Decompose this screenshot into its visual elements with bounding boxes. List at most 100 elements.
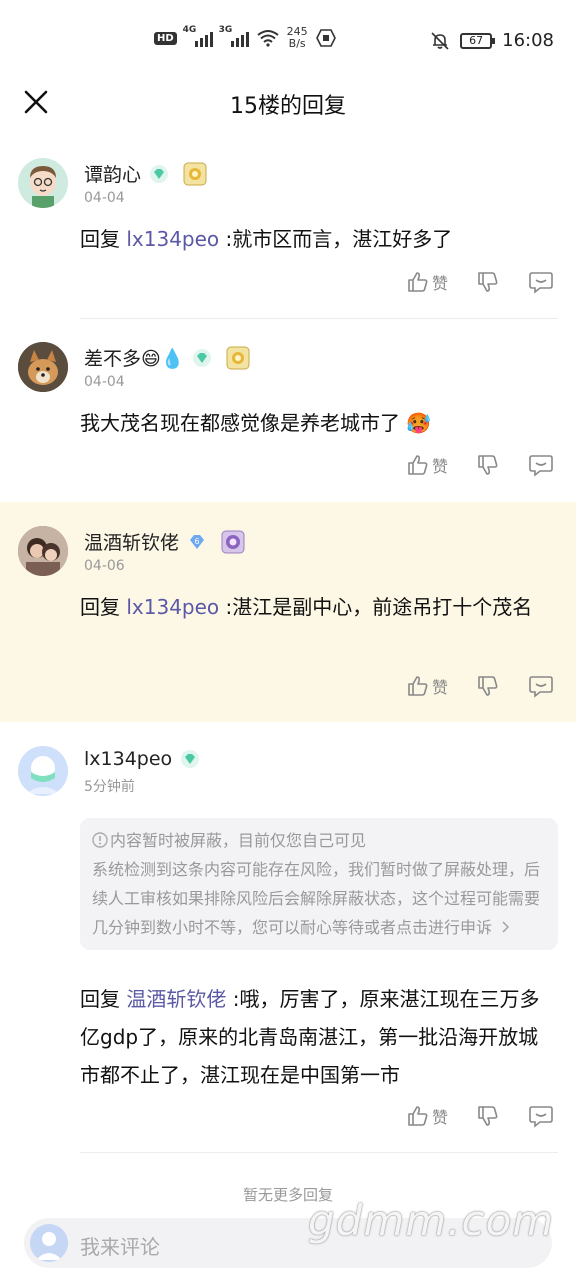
reply-prefix: 回复 bbox=[80, 987, 127, 1011]
dislike-button[interactable] bbox=[476, 270, 500, 294]
comment-date: 04-04 bbox=[84, 374, 125, 390]
username[interactable]: 谭韵心 bbox=[84, 160, 141, 187]
like-label: 赞 bbox=[431, 1108, 448, 1127]
avatar-image bbox=[30, 1224, 68, 1262]
comment-date: 5分钟前 bbox=[84, 779, 135, 795]
notice-body: 系统检测到这条内容可能存在风险，我们暂时做了屏蔽处理，后续人工审核如果排除风险后… bbox=[92, 860, 541, 937]
thumbs-down-icon bbox=[478, 455, 498, 475]
comment-text: 我大茂名现在都感觉像是养老城市了 🥵 bbox=[80, 411, 432, 435]
comment-item-highlighted: 温酒斩钦佬 6 04-06 回复 lx134peo :湛江是副中心，前途吊打十个… bbox=[0, 502, 576, 722]
gem-icon bbox=[181, 750, 200, 768]
thumbs-up-icon bbox=[408, 676, 428, 696]
username-row: 温酒斩钦佬 6 bbox=[84, 528, 245, 555]
wifi-icon bbox=[257, 30, 279, 47]
comment-item: 谭韵心 04-04 回复 lx134peo :就市区而言，湛江好多了 赞 bbox=[0, 140, 576, 320]
comment-input-placeholder: 我来评论 bbox=[80, 1235, 160, 1259]
like-label: 赞 bbox=[431, 457, 448, 476]
reply-prefix: 回复 bbox=[80, 227, 127, 251]
hd-indicator: HD bbox=[154, 31, 177, 45]
comment-body: 回复 lx134peo :湛江是副中心，前途吊打十个茂名 bbox=[80, 588, 558, 626]
avatar-image bbox=[18, 342, 68, 392]
clock: 16:08 bbox=[502, 30, 554, 51]
notice-title: 内容暂时被屏蔽，目前仅您自己可见 bbox=[110, 831, 367, 850]
comment-actions: 赞 bbox=[378, 1104, 554, 1128]
chevron-right-icon[interactable] bbox=[501, 920, 511, 934]
comment-reply-button[interactable] bbox=[528, 1104, 554, 1128]
gem-icon bbox=[150, 164, 169, 183]
status-right: 67 16:08 bbox=[430, 30, 554, 51]
thumbs-down-icon bbox=[478, 1106, 498, 1126]
dislike-button[interactable] bbox=[476, 453, 500, 477]
username[interactable]: 温酒斩钦佬 bbox=[84, 528, 179, 555]
comment-item: lx134peo 5分钟前 内容暂时被屏蔽，目前仅您自己可见 系统检测到这条内容… bbox=[0, 722, 576, 1162]
blocked-notice[interactable]: 内容暂时被屏蔽，目前仅您自己可见 系统检测到这条内容可能存在风险，我们暂时做了屏… bbox=[80, 818, 558, 950]
like-button[interactable]: 赞 bbox=[406, 1104, 448, 1128]
avatar[interactable] bbox=[18, 746, 68, 796]
status-left: HD 4G 3G 245 B/s bbox=[154, 25, 336, 50]
avatar-image bbox=[18, 746, 68, 796]
info-icon bbox=[92, 832, 108, 848]
comment-actions: 赞 bbox=[378, 674, 554, 698]
thumbs-up-icon bbox=[408, 455, 428, 475]
comment-text: :湛江是副中心，前途吊打十个茂名 bbox=[219, 595, 533, 619]
battery-icon: 67 bbox=[460, 32, 496, 49]
message-icon bbox=[529, 1106, 553, 1128]
dislike-button[interactable] bbox=[476, 1104, 500, 1128]
avatar[interactable] bbox=[18, 342, 68, 392]
like-button[interactable]: 赞 bbox=[406, 453, 448, 477]
mention-link[interactable]: lx134peo bbox=[126, 595, 219, 619]
status-bar: HD 4G 3G 245 B/s 67 16:08 bbox=[0, 0, 576, 86]
username[interactable]: 差不多😄💧 bbox=[84, 344, 184, 371]
username-row: 差不多😄💧 bbox=[84, 344, 250, 371]
shield-icon bbox=[315, 29, 336, 47]
avatar-image bbox=[18, 158, 68, 208]
avatar-image bbox=[18, 526, 68, 576]
net-speed: 245 B/s bbox=[287, 26, 308, 50]
comment-date: 04-04 bbox=[84, 190, 125, 206]
comment-reply-button[interactable] bbox=[528, 674, 554, 698]
comment-actions: 赞 bbox=[378, 453, 554, 477]
comment-date: 04-06 bbox=[84, 558, 125, 574]
divider bbox=[80, 1152, 558, 1153]
mention-link[interactable]: 温酒斩钦佬 bbox=[126, 987, 226, 1011]
watermark: gdmm.com bbox=[308, 1196, 555, 1245]
avatar[interactable] bbox=[18, 526, 68, 576]
thumbs-down-icon bbox=[478, 272, 498, 292]
avatar[interactable] bbox=[18, 158, 68, 208]
level-badge-icon bbox=[183, 162, 207, 185]
like-button[interactable]: 赞 bbox=[406, 674, 448, 698]
reply-prefix: 回复 bbox=[80, 595, 127, 619]
message-icon bbox=[529, 455, 553, 477]
gem-icon bbox=[193, 348, 212, 367]
dislike-button[interactable] bbox=[476, 674, 500, 698]
thumbs-up-icon bbox=[408, 272, 428, 292]
gem-level: 6 bbox=[194, 537, 199, 546]
thumbs-up-icon bbox=[408, 1106, 428, 1126]
bell-off-icon bbox=[431, 31, 449, 50]
divider bbox=[80, 318, 558, 319]
page-title: 15楼的回复 bbox=[230, 94, 346, 119]
thumbs-down-icon bbox=[478, 676, 498, 696]
comment-body: 回复 lx134peo :就市区而言，湛江好多了 bbox=[80, 220, 558, 258]
message-icon bbox=[529, 272, 553, 294]
mention-link[interactable]: lx134peo bbox=[126, 227, 219, 251]
level-badge-icon bbox=[226, 346, 250, 369]
comment-reply-button[interactable] bbox=[528, 453, 554, 477]
gem-level-icon: 6 bbox=[190, 534, 205, 549]
comment-reply-button[interactable] bbox=[528, 270, 554, 294]
like-label: 赞 bbox=[431, 274, 448, 293]
like-button[interactable]: 赞 bbox=[406, 270, 448, 294]
level-badge-icon bbox=[221, 530, 245, 553]
username-row: 谭韵心 bbox=[84, 160, 207, 187]
signal-3g-icon: 3G bbox=[219, 25, 249, 47]
notice-title-row: 内容暂时被屏蔽，目前仅您自己可见 bbox=[92, 826, 546, 855]
signal-4g-icon: 4G bbox=[183, 25, 213, 47]
username[interactable]: lx134peo bbox=[84, 748, 172, 770]
comment-body: 我大茂名现在都感觉像是养老城市了 🥵 bbox=[80, 404, 558, 442]
net-speed-unit: B/s bbox=[288, 37, 306, 50]
comment-actions: 赞 bbox=[378, 270, 554, 294]
like-label: 赞 bbox=[431, 678, 448, 697]
network-type-label: 3G bbox=[218, 25, 233, 35]
comment-body: 回复 温酒斩钦佬 :哦，厉害了，原来湛江现在三万多亿gdp了，原来的北青岛南湛江… bbox=[80, 980, 558, 1094]
comment-text: :就市区而言，湛江好多了 bbox=[219, 227, 453, 251]
